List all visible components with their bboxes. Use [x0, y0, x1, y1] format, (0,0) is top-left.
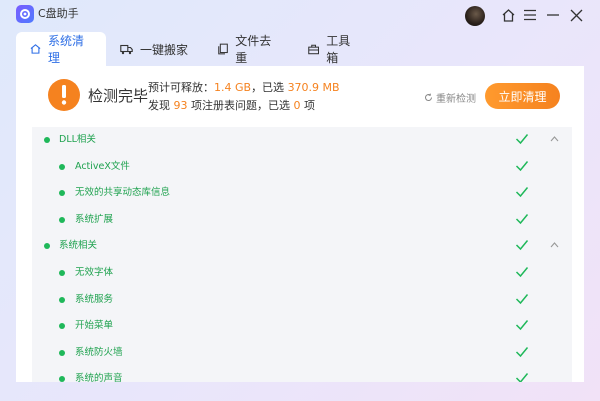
home-icon: [30, 44, 41, 54]
status-dot: [44, 243, 50, 250]
list-item[interactable]: 系统防火墙: [32, 340, 556, 366]
registry-summary: 发现 93 项注册表问题，已选 0 项: [148, 99, 315, 113]
status-dot: [59, 216, 65, 223]
list-item-label: 系统相关: [59, 240, 98, 252]
list-item[interactable]: 开始菜单: [32, 313, 556, 339]
list-item-label: 无效字体: [75, 267, 114, 278]
tab-label: 工具箱: [326, 34, 351, 65]
status-dot: [59, 270, 65, 276]
release-prefix: 预计可释放：: [148, 81, 214, 94]
status-dot: [59, 376, 65, 382]
minimize-icon[interactable]: [544, 6, 562, 24]
list-item[interactable]: 系统的声音: [32, 366, 556, 382]
status-dot: [59, 296, 65, 303]
user-avatar[interactable]: [465, 6, 485, 26]
clean-now-button[interactable]: 立即清理: [485, 83, 560, 109]
scan-status-header: 检测完毕 预计可释放：1.4 GB，已选 370.9 MB 发现 93 项注册表…: [16, 66, 584, 126]
list-item-label: DLL相关: [59, 134, 96, 145]
status-dot: [59, 163, 65, 170]
list-item-label: 开始菜单: [75, 320, 114, 332]
scan-result-list[interactable]: DLL相关 ActiveX文件无效的共享动态库信息 系统扩展系统相关无效字体系统服务…: [32, 127, 572, 382]
title-bar: C盘助手: [0, 0, 600, 32]
tab-file-dedup[interactable]: 文件去重: [204, 32, 294, 66]
warning-icon: [48, 79, 80, 111]
list-item-label: 系统防火墙: [75, 346, 123, 358]
check-icon[interactable]: [515, 319, 529, 331]
tab-label: 一键搬家: [140, 42, 189, 57]
status-dot: [44, 137, 50, 143]
truck-icon: [120, 44, 133, 54]
selected-size: 370.9 MB: [287, 81, 340, 94]
refresh-icon: [425, 93, 432, 101]
app-logo-icon: [16, 5, 34, 23]
list-item[interactable]: 系统扩展: [32, 207, 556, 233]
check-icon[interactable]: [515, 213, 529, 225]
menu-icon[interactable]: [521, 6, 539, 24]
list-item-label: 系统的声音: [75, 373, 123, 382]
app-title: C盘助手: [38, 7, 79, 20]
check-icon[interactable]: [515, 133, 529, 145]
list-item[interactable]: 无效的共享动态库信息: [32, 180, 556, 206]
status-dot: [59, 349, 65, 356]
tab-system-clean[interactable]: 系统清理: [16, 32, 106, 66]
release-middle: ，已选: [251, 81, 285, 94]
tab-toolbox[interactable]: 工具箱: [294, 32, 374, 66]
registry-middle: 项注册表问题，已选: [191, 99, 290, 112]
release-summary: 预计可释放：1.4 GB，已选 370.9 MB: [148, 81, 340, 95]
list-item-label: 系统扩展: [75, 213, 114, 225]
toolbox-icon: [308, 44, 320, 54]
list-group-header[interactable]: DLL相关: [32, 127, 559, 153]
status-dot: [59, 190, 65, 197]
list-item[interactable]: 无效字体: [32, 260, 556, 286]
scan-status-title: 检测完毕: [88, 87, 149, 105]
tab-label: 文件去重: [235, 34, 272, 65]
list-item-label: 无效的共享动态库信息: [75, 187, 171, 199]
registry-prefix: 发现: [148, 99, 170, 112]
check-icon[interactable]: [515, 186, 529, 198]
list-item[interactable]: 系统服务: [32, 287, 556, 313]
chevron-up-icon[interactable]: [550, 241, 559, 249]
main-tabs: 系统清理 一键搬家 文件去重 工具箱: [16, 32, 584, 66]
check-icon[interactable]: [515, 293, 529, 305]
close-icon[interactable]: [567, 6, 585, 24]
list-item-label: ActiveX文件: [75, 160, 130, 172]
tab-one-click-move[interactable]: 一键搬家: [106, 32, 204, 66]
file-copy-icon: [218, 43, 228, 55]
rescan-button[interactable]: 重新检测: [424, 90, 476, 105]
check-icon[interactable]: [515, 239, 529, 251]
registry-suffix: 项: [304, 99, 315, 112]
release-size: 1.4 GB: [214, 81, 252, 94]
check-icon[interactable]: [515, 160, 529, 172]
list-item[interactable]: ActiveX文件: [32, 154, 556, 180]
list-group-header[interactable]: 系统相关: [32, 233, 559, 259]
check-icon[interactable]: [515, 266, 529, 278]
check-icon[interactable]: [515, 372, 529, 382]
issue-count: 93: [173, 99, 188, 112]
rescan-label: 重新检测: [436, 94, 476, 105]
main-panel: 检测完毕 预计可释放：1.4 GB，已选 370.9 MB 发现 93 项注册表…: [16, 66, 584, 382]
list-item-label: 系统服务: [75, 293, 114, 305]
chevron-up-icon[interactable]: [550, 135, 559, 143]
tab-label: 系统清理: [48, 34, 85, 65]
selected-count: 0: [293, 99, 301, 112]
status-dot: [59, 323, 65, 330]
home-icon[interactable]: [499, 6, 517, 24]
check-icon[interactable]: [515, 346, 529, 358]
